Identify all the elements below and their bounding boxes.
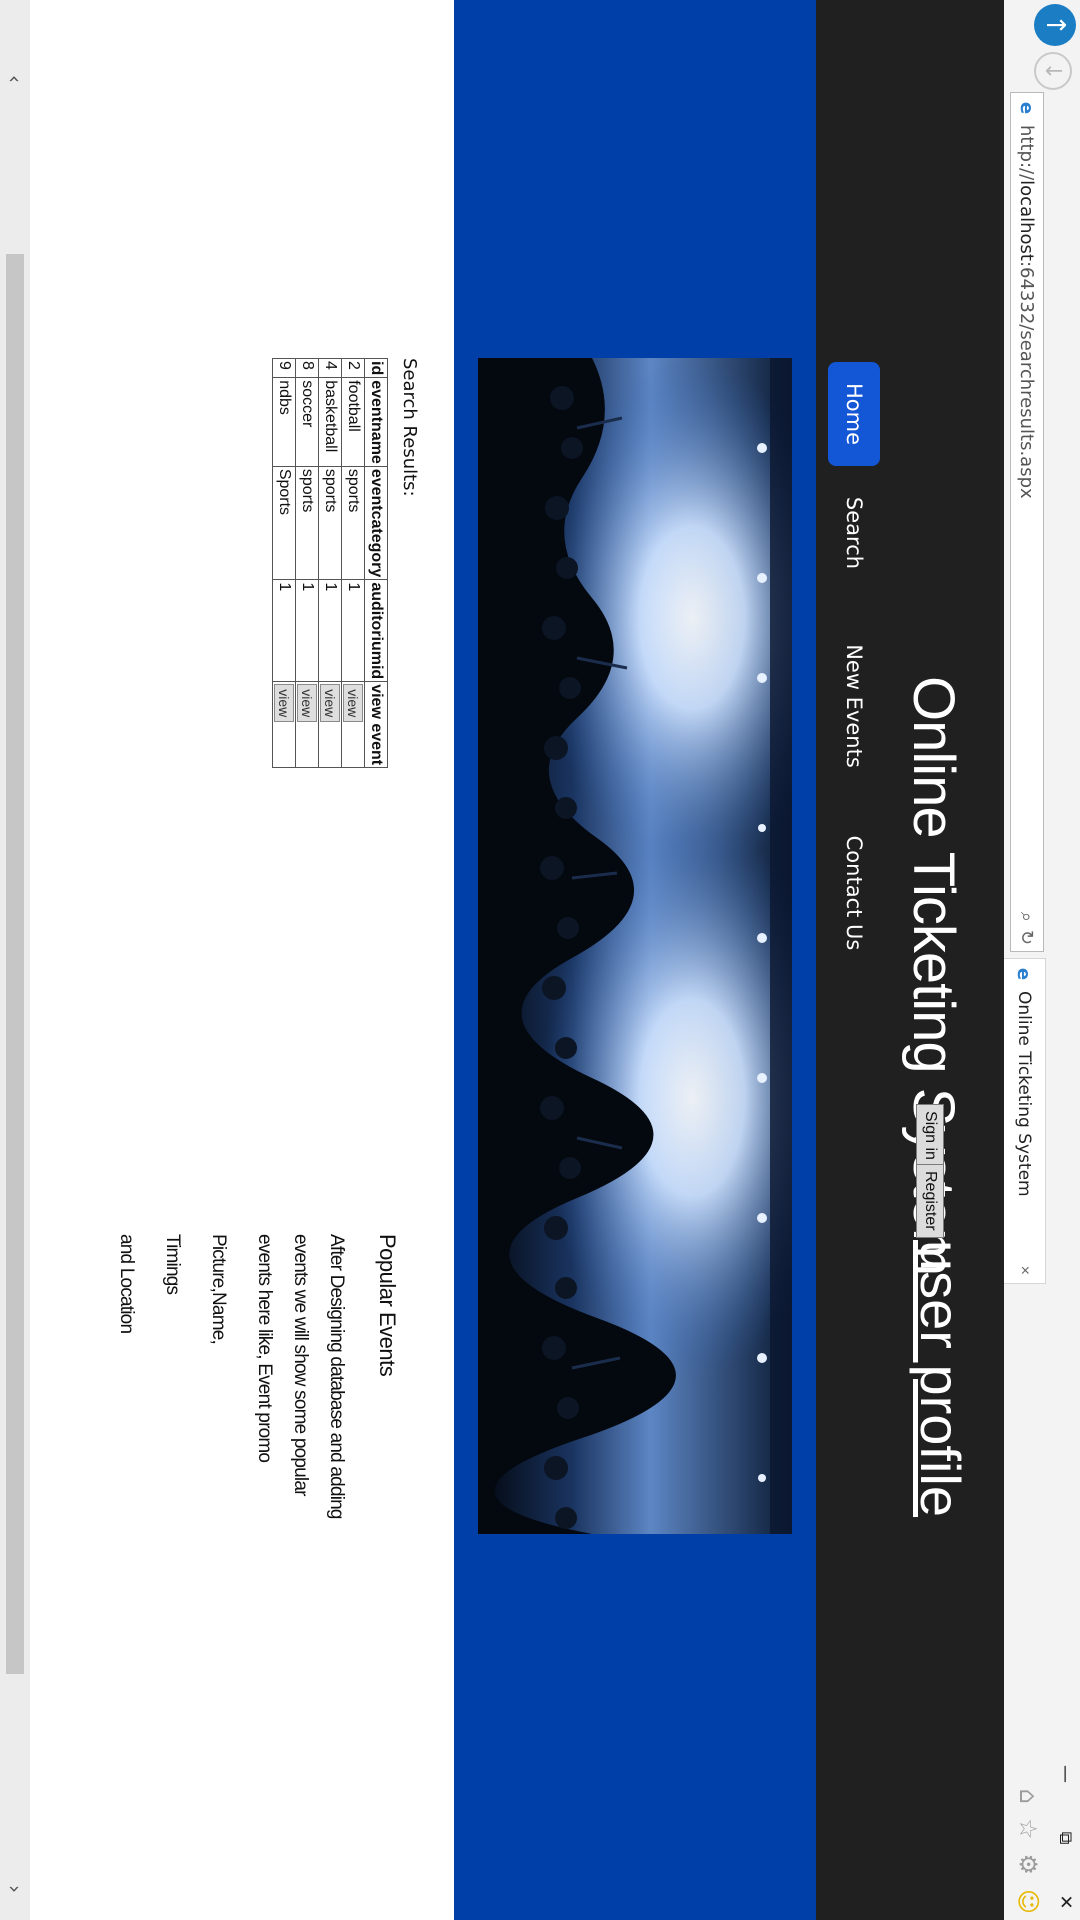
browser-toolbar: ↑ ↓ e http://localhost:64332/searchresul… (1003, 0, 1080, 1920)
cell-eventname: ndbs (272, 377, 296, 467)
concert-banner-image (478, 358, 792, 1534)
cell-eventname: basketball (318, 377, 342, 467)
browser-window: ↑ ↓ e http://localhost:64332/searchresul… (0, 0, 1080, 1920)
tab-title: Online Ticketing System (1014, 991, 1034, 1197)
col-view-event: view event (364, 681, 388, 768)
popular-line: and Location (116, 1234, 137, 1334)
table-row: 9 ndbs Sports 1 view (272, 358, 296, 768)
horizontal-scrollbar[interactable]: ‹ › (0, 0, 30, 1920)
site-header: Online Ticketing System Sign in Register… (816, 0, 1004, 1920)
forward-arrow-icon[interactable]: ↓ (1034, 52, 1072, 90)
register-button[interactable]: Register (916, 1164, 944, 1238)
view-event-button[interactable]: view (297, 684, 317, 723)
nav-home[interactable]: Home (828, 362, 880, 466)
settings-gear-icon[interactable]: ⚙ (1014, 1853, 1042, 1875)
browser-tab[interactable]: e Online Ticketing System × (1003, 958, 1046, 1284)
search-results-heading: Search Results: (399, 358, 420, 497)
sign-in-button[interactable]: Sign in (916, 1104, 944, 1167)
tab-ie-icon: e (1013, 967, 1035, 981)
nav-search[interactable]: Search (828, 488, 880, 578)
user-profile-link[interactable]: user profile (909, 1240, 972, 1517)
view-event-button[interactable]: view (274, 684, 294, 723)
cell-id: 4 (318, 358, 342, 378)
cell-eventcategory: Sports (272, 466, 296, 580)
feedback-smiley-icon[interactable]: ☺ (1014, 1889, 1042, 1914)
popular-line: events we will show some popular (290, 1234, 311, 1496)
table-row: 4 basketball sports 1 view (318, 358, 342, 768)
cell-auditoriumid: 1 (272, 579, 296, 682)
minimize-icon[interactable]: — (1055, 1762, 1076, 1786)
cell-eventname: soccer (295, 377, 319, 467)
close-icon[interactable]: ✕ (1055, 1890, 1076, 1914)
col-auditoriumid: auditoriumid (364, 579, 388, 682)
results-table: id eventname eventcategory auditoriumid … (272, 358, 388, 768)
tab-close-icon[interactable]: × (1015, 1266, 1033, 1275)
cell-id: 8 (295, 358, 319, 378)
nav-contact-us[interactable]: Contact Us (828, 828, 880, 958)
view-event-button[interactable]: view (343, 684, 363, 723)
refresh-icon[interactable]: ↻ (1017, 930, 1038, 945)
cell-eventcategory: sports (318, 466, 342, 580)
hero-section (454, 0, 816, 1920)
home-icon[interactable]: ⌂ (1014, 1789, 1042, 1804)
cell-auditoriumid: 1 (318, 579, 342, 682)
restore-icon[interactable]: ⧉ (1055, 1826, 1076, 1850)
table-row: 8 soccer sports 1 view (295, 358, 319, 768)
cell-id: 2 (341, 358, 365, 378)
back-arrow-icon[interactable]: ↑ (1034, 4, 1076, 46)
cell-eventcategory: sports (341, 466, 365, 580)
cell-auditoriumid: 1 (295, 579, 319, 682)
nav-new-events[interactable]: New Events (828, 638, 880, 774)
popular-events-text: After Designing database and adding even… (108, 1234, 354, 1554)
address-bar[interactable]: e http://localhost:64332/searchresults.a… (1010, 92, 1044, 952)
cell-auditoriumid: 1 (341, 579, 365, 682)
popular-line: events here like, Event promo (254, 1234, 275, 1463)
col-id: id (364, 358, 388, 378)
col-eventcategory: eventcategory (364, 466, 388, 580)
popular-line: Timings (162, 1234, 183, 1295)
table-header-row: id eventname eventcategory auditoriumid … (364, 358, 388, 768)
search-icon[interactable]: ⌕ (1017, 912, 1038, 922)
scroll-right-icon[interactable]: › (0, 1874, 30, 1904)
scroll-left-icon[interactable]: ‹ (0, 64, 30, 94)
cell-eventcategory: sports (295, 466, 319, 580)
popular-events-heading: Popular Events (375, 1234, 400, 1377)
ie-logo-icon: e (1016, 101, 1038, 115)
address-url[interactable]: http://localhost:64332/searchresults.asp… (1017, 125, 1038, 499)
view-event-button[interactable]: view (320, 684, 340, 723)
scrollbar-thumb[interactable] (6, 254, 24, 1674)
cell-id: 9 (272, 358, 296, 378)
popular-line: After Designing database and adding (326, 1234, 347, 1519)
cell-eventname: football (341, 377, 365, 467)
favorites-star-icon[interactable]: ☆ (1014, 1818, 1042, 1840)
table-row: 2 football sports 1 view (341, 358, 365, 768)
col-eventname: eventname (364, 377, 388, 467)
popular-line: Picture,Name, (208, 1234, 229, 1344)
